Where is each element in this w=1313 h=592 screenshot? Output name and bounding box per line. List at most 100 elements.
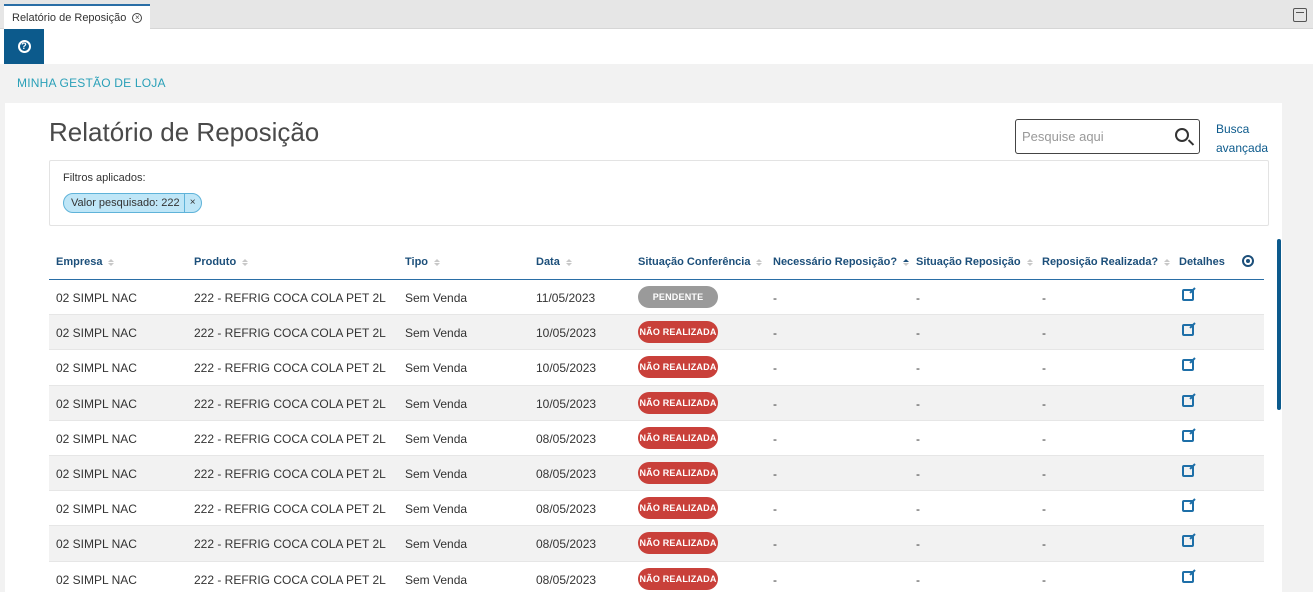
column-header-produto[interactable]: Produto <box>194 256 249 268</box>
cell-data: 08/05/2023 <box>536 466 597 481</box>
cell-necessario: - <box>773 396 777 411</box>
cell-tipo: Sem Venda <box>405 537 468 552</box>
column-label: Detalhes <box>1179 256 1225 268</box>
cell-data: 10/05/2023 <box>536 396 597 411</box>
cell-necessario: - <box>773 326 777 341</box>
table-row: 02 SIMPL NAC 222 - REFRIG COCA COLA PET … <box>49 526 1264 562</box>
cell-necessario: - <box>773 361 777 376</box>
external-link-icon[interactable] <box>1182 289 1194 301</box>
filter-chip-label: Valor pesquisado: 222 <box>71 197 180 209</box>
cell-empresa: 02 SIMPL NAC <box>56 502 137 517</box>
external-link-icon[interactable] <box>1182 500 1194 513</box>
external-link-icon[interactable] <box>1182 429 1194 442</box>
advanced-search-line1: Busca <box>1216 122 1250 136</box>
tab-relatorio-reposicao[interactable]: Relatório de Reposição × <box>4 4 150 29</box>
column-header-tipo[interactable]: Tipo <box>405 256 441 268</box>
cell-necessario: - <box>773 431 777 446</box>
table-row: 02 SIMPL NAC 222 - REFRIG COCA COLA PET … <box>49 491 1264 527</box>
column-header-data[interactable]: Data <box>536 256 572 268</box>
external-link-icon[interactable] <box>1182 324 1194 337</box>
cell-necessario: - <box>773 502 777 517</box>
column-label: Reposição Realizada? <box>1042 256 1159 268</box>
column-label: Tipo <box>405 256 429 268</box>
cell-necessario: - <box>773 572 777 587</box>
sort-icon <box>108 258 115 266</box>
status-badge: NÃO REALIZADA <box>638 321 718 344</box>
external-link-icon[interactable] <box>1182 570 1194 583</box>
cell-realizada: - <box>1042 291 1046 305</box>
status-badge: NÃO REALIZADA <box>638 391 718 414</box>
cell-realizada: - <box>1042 396 1046 411</box>
breadcrumb[interactable]: MINHA GESTÃO DE LOJA <box>17 76 166 90</box>
cell-tipo: Sem Venda <box>405 466 468 481</box>
column-header-necessario-reposicao[interactable]: Necessário Reposição? <box>773 256 910 268</box>
cell-produto: 222 - REFRIG COCA COLA PET 2L <box>194 396 386 411</box>
sort-icon <box>1026 258 1033 266</box>
cell-data: 08/05/2023 <box>536 537 597 552</box>
external-link-icon[interactable] <box>1182 359 1194 372</box>
status-badge: PENDENTE <box>638 286 718 308</box>
cell-empresa: 02 SIMPL NAC <box>56 537 137 552</box>
gear-icon[interactable] <box>1242 255 1254 267</box>
cell-data: 11/05/2023 <box>536 291 596 305</box>
search-box <box>1015 119 1200 154</box>
cell-data: 08/05/2023 <box>536 502 597 517</box>
cell-tipo: Sem Venda <box>405 326 468 341</box>
cell-data: 10/05/2023 <box>536 361 597 376</box>
cell-tipo: Sem Venda <box>405 396 468 411</box>
close-icon[interactable]: × <box>183 194 201 212</box>
cell-produto: 222 - REFRIG COCA COLA PET 2L <box>194 502 386 517</box>
external-link-icon[interactable] <box>1182 464 1194 477</box>
cell-data: 08/05/2023 <box>536 572 597 587</box>
cell-realizada: - <box>1042 502 1046 517</box>
page-title: Relatório de Reposição <box>49 117 320 147</box>
cell-empresa: 02 SIMPL NAC <box>56 396 137 411</box>
cell-situacao-reposicao: - <box>916 572 920 587</box>
column-header-situacao-reposicao[interactable]: Situação Reposição <box>916 256 1033 268</box>
cell-empresa: 02 SIMPL NAC <box>56 291 137 305</box>
cell-empresa: 02 SIMPL NAC <box>56 431 137 446</box>
column-label: Situação Reposição <box>916 256 1021 268</box>
cell-produto: 222 - REFRIG COCA COLA PET 2L <box>194 537 386 552</box>
tab-label: Relatório de Reposição <box>12 11 127 24</box>
cell-produto: 222 - REFRIG COCA COLA PET 2L <box>194 361 386 376</box>
search-icon[interactable] <box>1175 128 1189 142</box>
cell-produto: 222 - REFRIG COCA COLA PET 2L <box>194 466 386 481</box>
table-row: 02 SIMPL NAC 222 - REFRIG COCA COLA PET … <box>49 561 1264 592</box>
column-label: Situação Conferência <box>638 256 751 268</box>
cell-necessario: - <box>773 291 777 305</box>
sort-icon <box>756 258 763 266</box>
sort-icon <box>242 258 249 266</box>
cell-empresa: 02 SIMPL NAC <box>56 361 137 376</box>
cell-realizada: - <box>1042 361 1046 376</box>
cell-tipo: Sem Venda <box>405 502 468 517</box>
column-header-reposicao-realizada[interactable]: Reposição Realizada? <box>1042 256 1171 268</box>
cell-necessario: - <box>773 466 777 481</box>
close-icon[interactable]: × <box>132 12 143 23</box>
cell-produto: 222 - REFRIG COCA COLA PET 2L <box>194 431 386 446</box>
cell-produto: 222 - REFRIG COCA COLA PET 2L <box>194 326 386 341</box>
external-link-icon[interactable] <box>1182 535 1194 548</box>
cell-produto: 222 - REFRIG COCA COLA PET 2L <box>194 291 386 305</box>
table-row: 02 SIMPL NAC 222 - REFRIG COCA COLA PET … <box>49 350 1264 386</box>
cell-situacao-reposicao: - <box>916 466 920 481</box>
sort-asc-icon <box>903 258 910 266</box>
status-badge: NÃO REALIZADA <box>638 461 718 484</box>
vertical-scrollbar[interactable] <box>1277 239 1281 410</box>
search-input[interactable] <box>1022 126 1167 146</box>
column-header-detalhes: Detalhes <box>1179 256 1225 268</box>
column-header-situacao-conferencia[interactable]: Situação Conferência <box>638 256 763 268</box>
help-button[interactable]: ? <box>4 29 44 64</box>
cell-situacao-reposicao: - <box>916 431 920 446</box>
advanced-search-link[interactable]: Busca avançada <box>1216 120 1276 158</box>
cell-data: 10/05/2023 <box>536 326 597 341</box>
column-header-empresa[interactable]: Empresa <box>56 256 115 268</box>
cell-empresa: 02 SIMPL NAC <box>56 326 137 341</box>
cell-data: 08/05/2023 <box>536 431 597 446</box>
cell-situacao-reposicao: - <box>916 361 920 376</box>
external-link-icon[interactable] <box>1182 394 1194 407</box>
window-menu-icon[interactable] <box>1293 8 1307 22</box>
table-row: 02 SIMPL NAC 222 - REFRIG COCA COLA PET … <box>49 315 1264 351</box>
filters-card: Filtros aplicados: Valor pesquisado: 222… <box>49 160 1269 226</box>
status-badge: NÃO REALIZADA <box>638 426 718 449</box>
